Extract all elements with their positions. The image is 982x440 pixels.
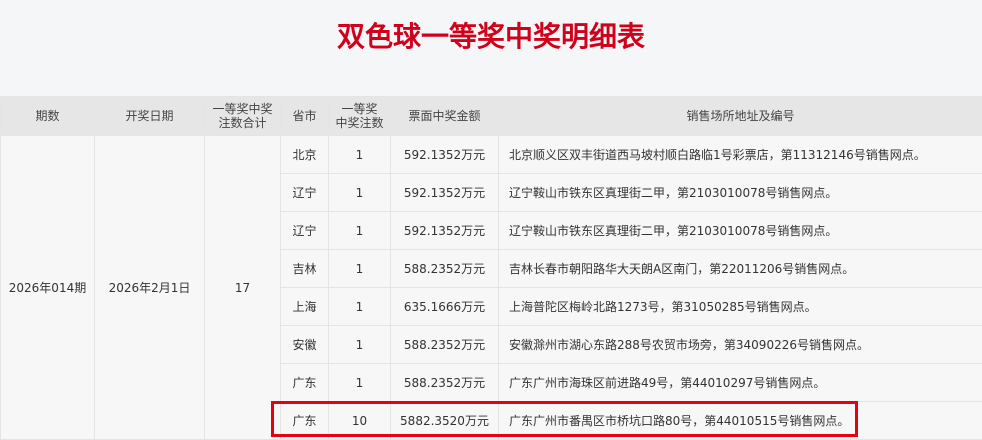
total-cell: 17 bbox=[204, 135, 281, 440]
header-total-line1: 一等奖中奖 bbox=[212, 102, 273, 116]
header-period: 期数 bbox=[0, 96, 95, 136]
header-count: 一等奖 中奖注数 bbox=[328, 96, 391, 136]
amount-cell: 588.2352万元 bbox=[390, 249, 499, 288]
header-count-line2: 中奖注数 bbox=[335, 116, 384, 130]
province-cell: 广东 bbox=[280, 363, 329, 402]
province-cell: 安徽 bbox=[280, 325, 329, 364]
province-cell: 北京 bbox=[280, 135, 329, 174]
province-cell: 辽宁 bbox=[280, 211, 329, 250]
amount-cell: 592.1352万元 bbox=[390, 135, 499, 174]
province-cell: 辽宁 bbox=[280, 173, 329, 212]
address-cell: 吉林长春市朝阳路华大天朗A区南门，第22011206号销售网点。 bbox=[498, 249, 982, 288]
address-cell: 广东广州市海珠区前进路49号，第44010297号销售网点。 bbox=[498, 363, 982, 402]
address-cell: 辽宁鞍山市铁东区真理街二甲，第2103010078号销售网点。 bbox=[498, 211, 982, 250]
header-date: 开奖日期 bbox=[94, 96, 205, 136]
address-cell: 北京顺义区双丰街道西马坡村顺白路临1号彩票店，第11312146号销售网点。 bbox=[498, 135, 982, 174]
count-cell: 1 bbox=[328, 211, 391, 250]
count-cell: 1 bbox=[328, 173, 391, 212]
count-cell: 10 bbox=[328, 401, 391, 440]
date-cell: 2026年2月1日 bbox=[94, 135, 205, 440]
amount-cell: 592.1352万元 bbox=[390, 211, 499, 250]
amount-cell: 5882.3520万元 bbox=[390, 401, 499, 440]
count-cell: 1 bbox=[328, 325, 391, 364]
count-cell: 1 bbox=[328, 249, 391, 288]
count-cell: 1 bbox=[328, 363, 391, 402]
address-cell: 上海普陀区梅岭北路1273号，第31050285号销售网点。 bbox=[498, 287, 982, 326]
header-address: 销售场所地址及编号 bbox=[498, 96, 982, 136]
amount-cell: 592.1352万元 bbox=[390, 173, 499, 212]
count-cell: 1 bbox=[328, 135, 391, 174]
address-cell: 安徽滁州市湖心东路288号农贸市场旁，第34090226号销售网点。 bbox=[498, 325, 982, 364]
page-title: 双色球一等奖中奖明细表 bbox=[336, 20, 645, 53]
address-cell: 辽宁鞍山市铁东区真理街二甲，第2103010078号销售网点。 bbox=[498, 173, 982, 212]
header-total-line2: 注数合计 bbox=[218, 116, 267, 130]
count-cell: 1 bbox=[328, 287, 391, 326]
table-header-row: 期数 开奖日期 一等奖中奖 注数合计 省市 一等奖 中奖注数 票面中奖金额 销售场所… bbox=[0, 96, 982, 136]
address-cell: 广东广州市番禺区市桥坑口路80号，第44010515号销售网点。 bbox=[498, 401, 982, 440]
period-cell: 2026年014期 bbox=[0, 135, 95, 440]
table-row: 2026年014期 2026年2月1日 17 北京 1 592.1352万元 北… bbox=[0, 135, 982, 440]
province-cell: 吉林 bbox=[280, 249, 329, 288]
province-cell: 广东 bbox=[280, 401, 329, 440]
header-count-line1: 一等奖 bbox=[341, 102, 378, 116]
province-cell: 上海 bbox=[280, 287, 329, 326]
header-province: 省市 bbox=[280, 96, 329, 136]
header-total: 一等奖中奖 注数合计 bbox=[204, 96, 281, 136]
amount-cell: 635.1666万元 bbox=[390, 287, 499, 326]
header-amount: 票面中奖金额 bbox=[390, 96, 499, 136]
amount-cell: 588.2352万元 bbox=[390, 325, 499, 364]
prize-detail-table: 期数 开奖日期 一等奖中奖 注数合计 省市 一等奖 中奖注数 票面中奖金额 销售场所… bbox=[0, 96, 982, 440]
amount-cell: 588.2352万元 bbox=[390, 363, 499, 402]
